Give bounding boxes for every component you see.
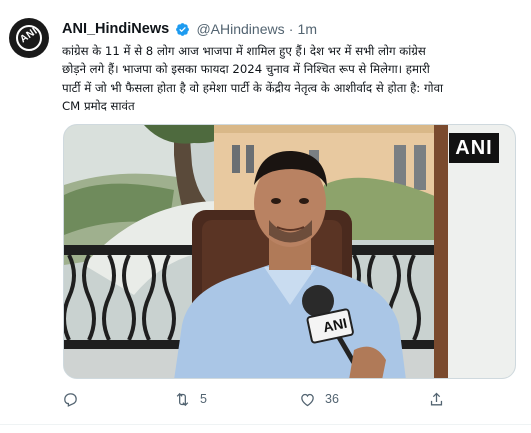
retweet-icon: [176, 392, 189, 406]
media-watermark: ANI: [449, 133, 499, 163]
reply-icon: [64, 392, 77, 407]
tweet-timestamp[interactable]: 1m: [298, 21, 317, 37]
author-handle[interactable]: @AHindinews: [196, 21, 284, 37]
tweet-divider: [0, 424, 531, 425]
verified-badge-icon: [176, 22, 190, 36]
author-avatar[interactable]: ANI: [9, 18, 49, 58]
tweet-text: कांग्रेस के 11 में से 8 लोग आज भाजपा में…: [62, 44, 444, 113]
retweet-button[interactable]: 5: [174, 388, 207, 410]
media-scene: [64, 125, 515, 378]
tweet-action-bar: 5 36: [62, 388, 482, 410]
share-icon: [430, 392, 443, 405]
like-button[interactable]: 36: [299, 388, 339, 410]
tweet-header: ANI_HindiNews @AHindinews · 1m: [62, 21, 317, 39]
author-name[interactable]: ANI_HindiNews: [62, 21, 169, 37]
header-separator: ·: [288, 21, 294, 37]
like-count: 36: [325, 392, 339, 406]
tweet-media-image[interactable]: ANI ANI: [63, 124, 516, 379]
share-button[interactable]: [428, 388, 445, 410]
retweet-count: 5: [200, 392, 207, 406]
tweet-card[interactable]: ANI ANI_HindiNews @AHindinews · 1m कांग्…: [0, 0, 531, 433]
like-icon: [301, 393, 314, 406]
reply-button[interactable]: [62, 388, 88, 410]
